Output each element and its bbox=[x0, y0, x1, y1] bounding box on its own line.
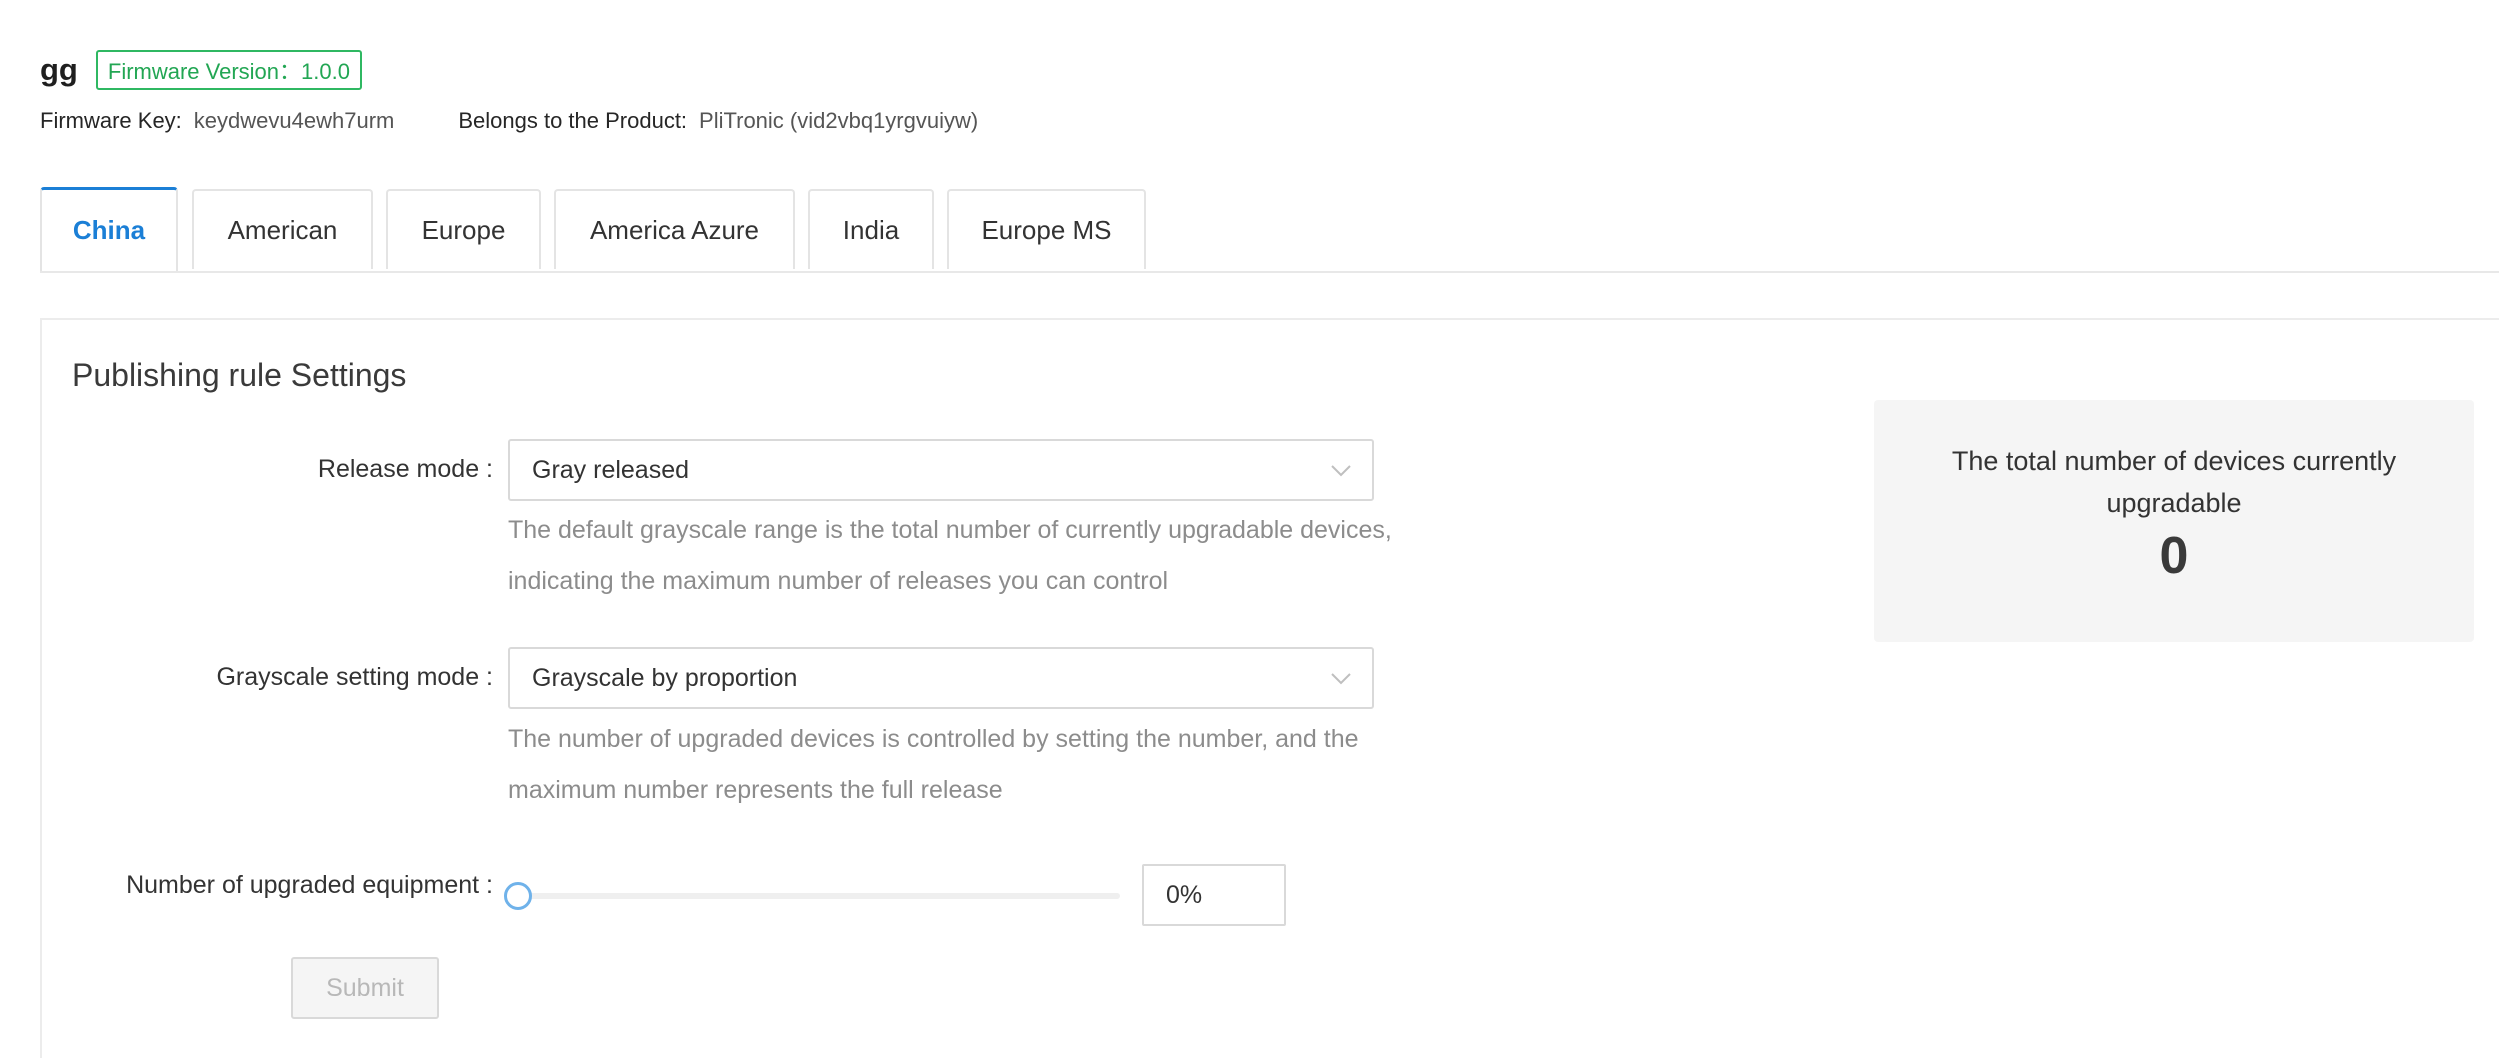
firmware-meta: Firmware Key: keydwevu4ewh7urm Belongs t… bbox=[40, 106, 978, 136]
upgrade-percent-input[interactable] bbox=[1142, 864, 1286, 926]
product-label: Belongs to the Product: bbox=[458, 108, 688, 133]
release-mode-value: Gray released bbox=[532, 455, 690, 484]
tab-india[interactable]: India bbox=[808, 189, 934, 269]
tab-american[interactable]: American bbox=[192, 189, 373, 269]
chevron-down-icon bbox=[1331, 673, 1351, 685]
grayscale-mode-label: Grayscale setting mode : bbox=[216, 663, 493, 691]
upgrade-slider-handle[interactable] bbox=[504, 882, 532, 910]
firmware-version-tag: Firmware Version：1.0.0 bbox=[95, 50, 362, 90]
firmware-header: gg Firmware Version：1.0.0 bbox=[40, 48, 362, 92]
firmware-key-value: keydwevu4ewh7urm bbox=[193, 108, 395, 133]
grayscale-mode-help: The number of upgraded devices is contro… bbox=[508, 725, 1359, 804]
upgradable-devices-card: The total number of devices currently up… bbox=[1874, 400, 2474, 642]
tab-europe-ms[interactable]: Europe MS bbox=[947, 189, 1146, 269]
firmware-release-page: gg Firmware Version：1.0.0 Firmware Key: … bbox=[0, 0, 2499, 1058]
release-mode-select[interactable]: Gray released bbox=[508, 439, 1374, 501]
product-value: PliTronic (vid2vbq1yrgvuiyw) bbox=[699, 108, 979, 133]
chevron-down-icon bbox=[1331, 465, 1351, 477]
tab-europe[interactable]: Europe bbox=[386, 189, 541, 269]
grayscale-mode-select[interactable]: Grayscale by proportion bbox=[508, 647, 1374, 709]
release-mode-help: The default grayscale range is the total… bbox=[508, 516, 1392, 595]
panel-title: Publishing rule Settings bbox=[72, 357, 407, 393]
tab-america-azure[interactable]: America Azure bbox=[554, 189, 795, 269]
upgradable-devices-count: 0 bbox=[2159, 527, 2189, 585]
submit-button[interactable]: Submit bbox=[291, 957, 439, 1019]
region-tabs: China American Europe America Azure Indi… bbox=[40, 187, 2499, 273]
release-mode-label: Release mode : bbox=[317, 455, 493, 483]
upgrade-slider-track[interactable] bbox=[518, 893, 1120, 899]
firmware-title: gg bbox=[40, 52, 78, 87]
grayscale-mode-value: Grayscale by proportion bbox=[532, 663, 798, 692]
tab-china[interactable]: China bbox=[40, 187, 178, 271]
upgradable-devices-label: The total number of devices currently up… bbox=[1951, 446, 2397, 518]
firmware-key-label: Firmware Key: bbox=[40, 108, 182, 133]
upgraded-equipment-label: Number of upgraded equipment : bbox=[126, 871, 493, 899]
